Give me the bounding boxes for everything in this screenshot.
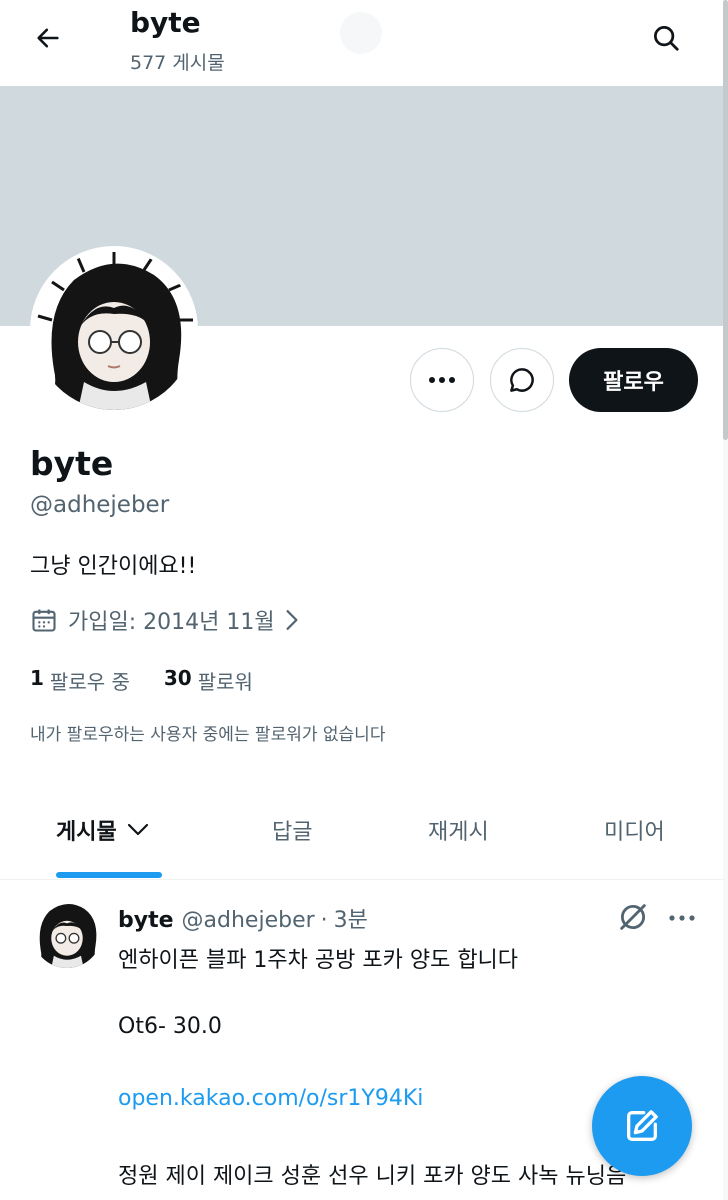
header-title: byte <box>130 6 201 39</box>
tab-reposts-label: 재게시 <box>428 820 489 845</box>
followers-label: 팔로워 <box>197 670 253 694</box>
post-author-name[interactable]: byte <box>118 908 174 933</box>
message-icon <box>510 368 534 392</box>
followers-count: 30 <box>163 666 192 690</box>
compose-icon <box>627 1110 658 1141</box>
avatar-image <box>34 250 194 410</box>
more-options-button[interactable] <box>410 348 474 412</box>
active-tab-indicator <box>56 872 162 878</box>
chevron-down-icon <box>127 823 148 836</box>
post-text-line: 엔하이픈 블파 1주차 공방 포카 양도 합니다 <box>118 948 519 973</box>
profile-avatar[interactable] <box>30 246 198 414</box>
scrollbar-thumb[interactable] <box>723 0 728 440</box>
post-header: byte @adhejeber · 3분 <box>118 902 368 934</box>
compose-button[interactable] <box>592 1076 692 1176</box>
post-link[interactable]: open.kakao.com/o/sr1Y94Ki <box>118 1086 423 1111</box>
message-button[interactable] <box>490 348 554 412</box>
follow-stats: 1 팔로우 중 30 팔로워 <box>30 666 287 695</box>
more-icon <box>669 915 695 921</box>
tab-replies[interactable]: 답글 <box>272 814 312 846</box>
profile-tabs: 게시물 답글 재게시 미디어 <box>0 790 724 880</box>
post-author-handle[interactable]: @adhejeber <box>182 908 315 933</box>
faint-avatar-placeholder <box>340 12 382 54</box>
tab-posts-label: 게시물 <box>56 820 117 845</box>
tab-reposts[interactable]: 재게시 <box>428 814 489 846</box>
post-avatar-image <box>32 898 102 968</box>
scrollbar[interactable] <box>723 0 728 1200</box>
post-avatar[interactable] <box>32 898 102 968</box>
followers-stat[interactable]: 30 팔로워 <box>164 666 253 695</box>
joined-label: 가입일: 2014년 11월 <box>68 610 275 635</box>
post-separator: · <box>320 908 328 933</box>
post-text-line: Ot6- 30.0 <box>118 1014 222 1039</box>
top-bar: byte 577 게시물 <box>0 0 728 86</box>
back-button[interactable] <box>28 18 68 58</box>
joined-date[interactable]: 가입일: 2014년 11월 <box>30 604 301 636</box>
search-icon <box>654 26 679 51</box>
mutual-followers-note: 내가 팔로우하는 사용자 중에는 팔로워가 없습니다 <box>30 725 386 745</box>
following-count: 1 <box>30 666 44 690</box>
follow-button[interactable]: 팔로우 <box>569 348 698 412</box>
tab-media-label: 미디어 <box>604 820 665 845</box>
profile-name: byte <box>30 444 114 483</box>
back-arrow-icon <box>37 28 59 48</box>
post-time[interactable]: 3분 <box>334 902 368 934</box>
tab-media[interactable]: 미디어 <box>604 814 665 846</box>
header-post-count: 577 게시물 <box>130 52 225 74</box>
profile-handle: @adhejeber <box>30 492 170 518</box>
following-stat[interactable]: 1 팔로우 중 <box>30 666 130 695</box>
calendar-icon <box>32 609 56 632</box>
more-icon <box>429 377 455 383</box>
post-more-button[interactable] <box>664 904 700 932</box>
following-label: 팔로우 중 <box>49 670 130 694</box>
chevron-right-icon <box>286 610 298 630</box>
tab-replies-label: 답글 <box>272 820 313 845</box>
search-button[interactable] <box>644 16 688 60</box>
unpin-icon[interactable] <box>616 900 650 934</box>
profile-bio: 그냥 인간이에요!! <box>30 554 197 579</box>
tab-posts[interactable]: 게시물 <box>56 814 149 846</box>
post-text-line: 정원 제이 제이크 성훈 선우 니키 포카 양도 사녹 뉴닝음 <box>118 1164 627 1189</box>
